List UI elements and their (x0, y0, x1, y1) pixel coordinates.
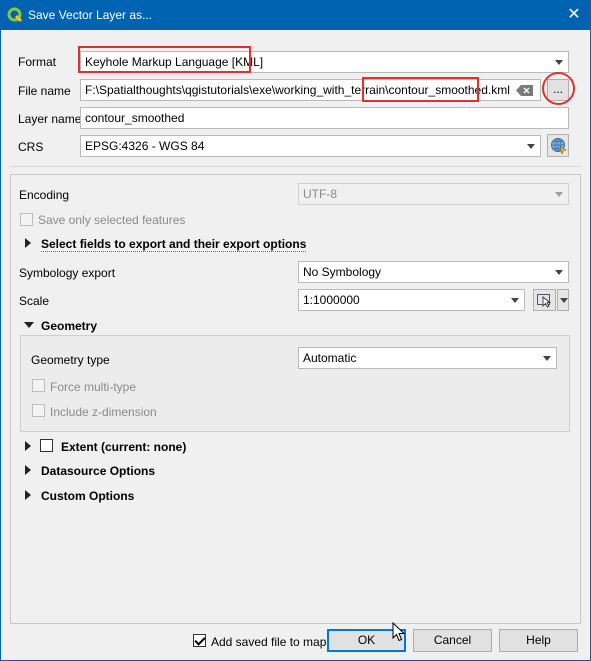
datasource-options-toggle[interactable]: Datasource Options (41, 464, 155, 478)
chevron-down-icon (527, 144, 535, 149)
scale-label: Scale (19, 294, 50, 308)
chevron-down-icon (555, 192, 563, 197)
encoding-label: Encoding (19, 188, 70, 202)
symbology-value: No Symbology (303, 265, 382, 279)
expand-arrow-icon[interactable] (25, 490, 31, 500)
filename-label: File name (18, 84, 71, 98)
chevron-down-icon (555, 270, 563, 275)
globe-crs-icon (551, 138, 567, 154)
cancel-button[interactable]: Cancel (413, 629, 492, 652)
encoding-select: UTF-8 (298, 183, 569, 205)
scale-select[interactable]: 1:1000000 (298, 289, 525, 311)
expand-arrow-icon[interactable] (25, 238, 31, 248)
format-label: Format (18, 55, 57, 69)
save-selected-label: Save only selected features (38, 213, 186, 227)
include-z-label: Include z-dimension (50, 405, 157, 419)
expand-arrow-icon[interactable] (25, 465, 31, 475)
scale-from-canvas-button[interactable] (533, 289, 556, 311)
symbology-select[interactable]: No Symbology (298, 261, 569, 283)
add-to-map-checkbox[interactable] (193, 634, 206, 647)
encoding-value: UTF-8 (303, 187, 337, 201)
layername-label: Layer name (18, 112, 82, 126)
include-z-checkbox[interactable] (32, 404, 45, 417)
crs-select[interactable]: EPSG:4326 - WGS 84 (80, 135, 541, 157)
close-icon[interactable]: ✕ (562, 4, 586, 26)
force-multi-checkbox[interactable] (32, 379, 45, 392)
title-bar: Save Vector Layer as... ✕ (0, 0, 591, 30)
geometry-type-value: Automatic (303, 351, 357, 365)
geometry-group-toggle[interactable]: Geometry (41, 319, 97, 333)
geometry-type-select[interactable]: Automatic (298, 347, 557, 369)
help-button[interactable]: Help (499, 629, 578, 652)
clear-text-icon[interactable] (516, 85, 533, 96)
collapse-arrow-icon[interactable] (24, 322, 34, 328)
separator (10, 166, 581, 167)
extent-group-toggle[interactable]: Extent (current: none) (61, 440, 186, 454)
save-selected-checkbox[interactable] (20, 213, 33, 226)
map-cursor-icon (537, 294, 552, 308)
force-multi-label: Force multi-type (50, 380, 137, 394)
custom-options-toggle[interactable]: Custom Options (41, 489, 134, 503)
chevron-down-icon (543, 356, 551, 361)
filename-path: F:\Spatialthoughts\qgistutorials\exe\wor… (85, 83, 389, 97)
chevron-down-icon (560, 298, 568, 303)
scale-value: 1:1000000 (303, 293, 360, 307)
chevron-down-icon (511, 298, 519, 303)
qgis-logo-icon (7, 7, 23, 23)
crs-label: CRS (18, 140, 44, 154)
geometry-type-label: Geometry type (31, 353, 110, 367)
browse-highlight-circle (542, 72, 575, 105)
chevron-down-icon (555, 60, 563, 65)
crs-value: EPSG:4326 - WGS 84 (85, 139, 205, 153)
crs-select-button[interactable] (547, 134, 569, 157)
extent-checkbox[interactable] (40, 439, 53, 452)
filename-highlight-box (362, 77, 479, 102)
mouse-cursor-icon (392, 622, 405, 642)
format-highlight-box (78, 46, 251, 73)
expand-arrow-icon[interactable] (25, 441, 31, 451)
scale-menu-button[interactable] (557, 289, 569, 311)
symbology-label: Symbology export (19, 266, 116, 280)
add-to-map-label: Add saved file to map (211, 635, 327, 649)
window-title: Save Vector Layer as... (28, 8, 153, 22)
select-fields-toggle[interactable]: Select fields to export and their export… (41, 237, 307, 252)
layername-input[interactable]: contour_smoothed (80, 107, 569, 129)
